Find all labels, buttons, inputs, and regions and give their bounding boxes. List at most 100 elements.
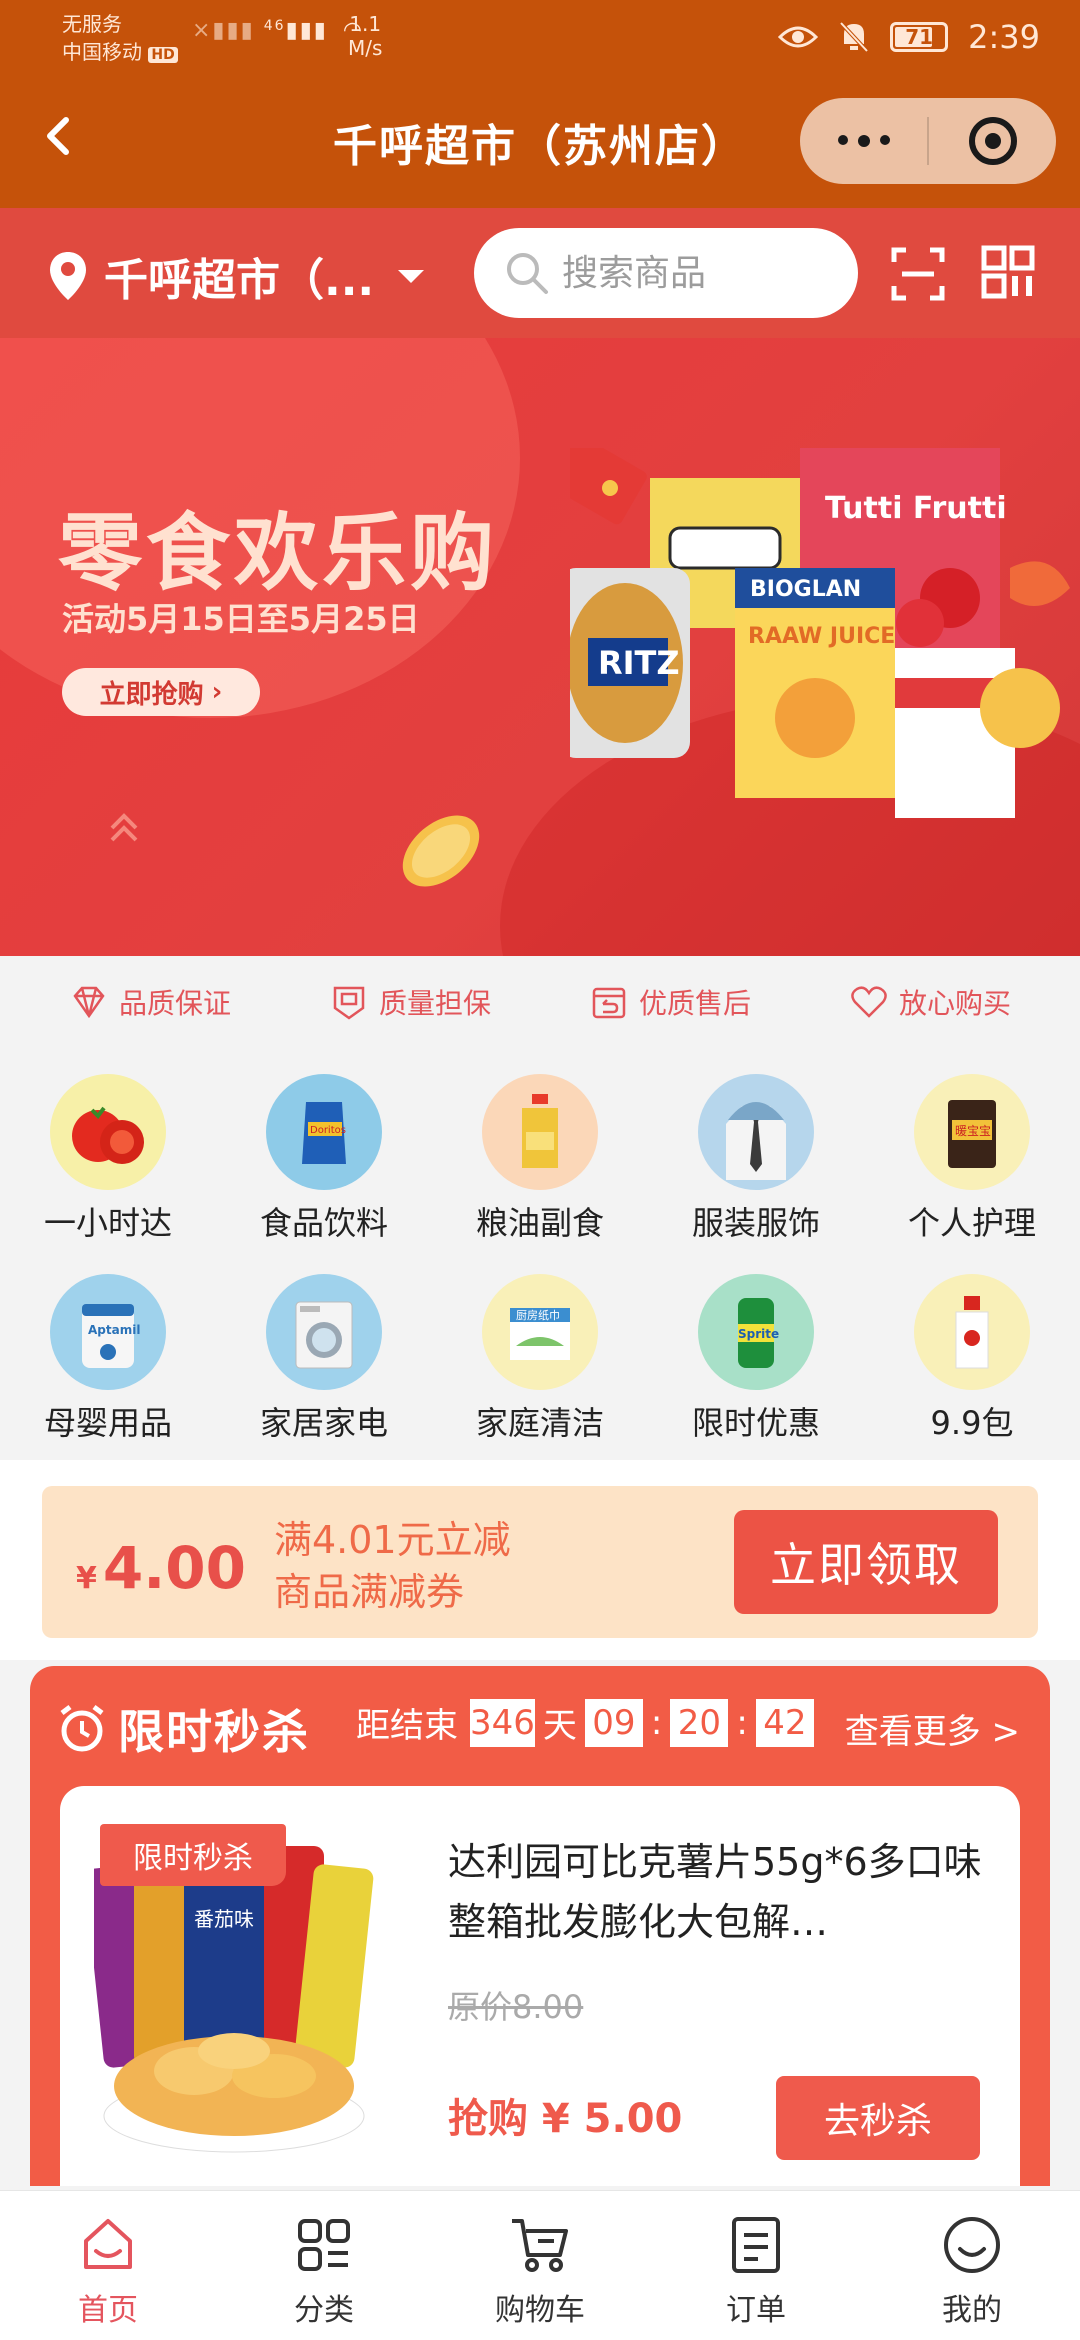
profile-icon <box>944 2217 1000 2273</box>
certificate-icon <box>333 986 365 1020</box>
time-separator: : <box>736 1702 748 1743</box>
speed-value: 1.1 <box>349 12 382 36</box>
store-name: 千呼超市（... <box>104 255 375 306</box>
coupon-section: ¥4.00 满4.01元立减 商品满减券 立即领取 <box>0 1460 1080 1660</box>
chips-bag-icon: Doritos <box>266 1074 382 1190</box>
battery-level: 71 <box>905 25 934 49</box>
coupon-amount: ¥4.00 <box>76 1534 246 1602</box>
network-type: 46 <box>263 18 286 34</box>
category-item[interactable]: 厨房纸巾 家庭清洁 <box>432 1248 648 1448</box>
coupon-description: 满4.01元立减 商品满减券 <box>274 1514 511 1618</box>
flash-sale-header: 限时秒杀 <box>56 1696 310 1762</box>
go-flash-sale-button[interactable]: 去秒杀 <box>776 2076 980 2160</box>
svg-text:Tutti Frutti: Tutti Frutti <box>825 491 1007 526</box>
oil-bottle-icon <box>482 1074 598 1190</box>
tomato-icon <box>50 1074 166 1190</box>
original-price: 原价8.00 <box>448 1988 584 2026</box>
svg-text:厨房纸巾: 厨房纸巾 <box>516 1308 560 1322</box>
more-icon[interactable] <box>800 135 927 147</box>
countdown-seconds: 42 <box>755 1698 814 1747</box>
banner-title: 零食欢乐购 <box>58 504 499 602</box>
bottom-tab-bar: 首页 分类 购物车 订单 我的 <box>0 2190 1080 2340</box>
product-name: 达利园可比克薯片55g*6多口味整箱批发膨化大包解… <box>448 1840 982 1944</box>
heart-icon <box>851 986 887 1018</box>
gold-coin-icon <box>402 815 480 887</box>
countdown-label: 距结束 <box>356 1706 458 1746</box>
svg-text:RITZ: RITZ <box>598 644 680 682</box>
bell-muted-icon <box>839 21 869 53</box>
tab-profile[interactable]: 我的 <box>864 2191 1080 2340</box>
svg-text:Sprite: Sprite <box>738 1327 779 1341</box>
hd-badge: HD <box>148 47 178 63</box>
category-label: 家居家电 <box>259 1404 388 1442</box>
category-item[interactable]: 家居家电 <box>216 1248 432 1448</box>
lotion-bottle-icon <box>914 1274 1030 1390</box>
svg-text:BIOGLAN: BIOGLAN <box>750 577 861 602</box>
kitchen-paper-icon: 厨房纸巾 <box>482 1274 598 1390</box>
qr-code-icon[interactable] <box>980 244 1036 300</box>
category-item[interactable]: Sprite 限时优惠 <box>648 1248 864 1448</box>
location-pin-icon <box>50 252 86 300</box>
close-ring-icon <box>968 117 1017 165</box>
search-input[interactable] <box>562 252 842 294</box>
location-search-bar: 千呼超市（... <box>0 208 1080 338</box>
milk-powder-icon: Aptamil <box>50 1274 166 1390</box>
scan-icon[interactable] <box>890 246 946 302</box>
category-grid: 一小时达 Doritos 食品饮料 粮油副食 服装服饰 暖宝宝 个人护理 Apt… <box>0 1048 1080 1458</box>
countdown-timer: 距结束 346 天 09 : 20 : 42 <box>356 1698 814 1747</box>
category-item[interactable]: Doritos 食品饮料 <box>216 1048 432 1248</box>
guarantee-strip: 品质保证 质量担保 优质售后 放心购买 <box>0 956 1080 1048</box>
close-miniprogram-button[interactable] <box>929 117 1056 165</box>
category-item[interactable]: 服装服饰 <box>648 1048 864 1248</box>
tab-cart[interactable]: 购物车 <box>432 2191 648 2340</box>
banner-subtitle: 活动5月15日至5月25日 <box>62 600 420 638</box>
guarantee-item: 优质售后 <box>589 982 751 1022</box>
category-item[interactable]: 一小时达 <box>0 1048 216 1248</box>
carrier-info: 无服务 中国移动 HD <box>62 10 178 69</box>
claim-coupon-button[interactable]: 立即领取 <box>734 1510 998 1614</box>
category-item[interactable]: 粮油副食 <box>432 1048 648 1248</box>
countdown-hours: 09 <box>584 1698 643 1747</box>
search-bar[interactable] <box>474 228 858 318</box>
eye-icon <box>778 26 819 48</box>
tab-orders[interactable]: 订单 <box>648 2191 864 2340</box>
banner-buy-button[interactable]: 立即抢购 › <box>62 668 260 716</box>
category-label: 个人护理 <box>907 1204 1036 1242</box>
category-label: 母婴用品 <box>43 1404 172 1442</box>
guarantee-label: 质量担保 <box>378 987 491 1020</box>
guarantee-label: 品质保证 <box>118 987 231 1020</box>
category-icon <box>298 2219 350 2271</box>
flash-sale-product-card[interactable]: 限时秒杀 番茄味 达利园可比克薯片55g*6多口味整箱批发膨化大包解… 原价8.… <box>60 1786 1020 2186</box>
category-item[interactable]: 9.9包 <box>864 1248 1080 1448</box>
washing-machine-icon <box>266 1274 382 1390</box>
order-icon <box>732 2217 780 2273</box>
category-label: 一小时达 <box>43 1204 172 1242</box>
coupon-type: 商品满减券 <box>274 1570 465 1614</box>
nav-bar: 千呼超市（苏州店） <box>0 80 1080 208</box>
promo-banner[interactable]: 零食欢乐购 活动5月15日至5月25日 立即抢购 › Tutti Frutti … <box>0 338 1080 956</box>
diamond-icon <box>73 986 105 1019</box>
tab-label: 分类 <box>294 2293 354 2328</box>
tab-home[interactable]: 首页 <box>0 2191 216 2340</box>
store-selector[interactable]: 千呼超市（... <box>48 244 424 308</box>
status-bar: 无服务 中国移动 HD ×▮▮▮ 46▮▮▮ ◠ 1.1 M/s 71 2:39 <box>0 0 1080 80</box>
tab-category[interactable]: 分类 <box>216 2191 432 2340</box>
flash-sale-title: 限时秒杀 <box>118 1705 310 1759</box>
time-separator: : <box>650 1702 663 1743</box>
dropdown-caret-icon <box>398 269 424 283</box>
sale-price: 抢购 ¥ 5.00 <box>448 2096 683 2142</box>
soda-can-icon: Sprite <box>698 1274 814 1390</box>
network-speed: 1.1 M/s <box>348 12 382 60</box>
banner-button-label: 立即抢购 <box>99 679 204 710</box>
miniprogram-capsule <box>800 98 1056 184</box>
category-item[interactable]: Aptamil 母婴用品 <box>0 1248 216 1448</box>
guarantee-label: 优质售后 <box>638 987 751 1020</box>
return-icon <box>592 987 626 1019</box>
see-more-link[interactable]: 查看更多 > <box>845 1704 1020 1753</box>
svg-text:Aptamil: Aptamil <box>88 1323 140 1337</box>
shirt-icon <box>698 1074 814 1190</box>
category-item[interactable]: 暖宝宝 个人护理 <box>864 1048 1080 1248</box>
svg-text:RAAW JUICE: RAAW JUICE <box>748 624 895 649</box>
guarantee-label: 放心购买 <box>898 987 1011 1020</box>
cart-icon <box>512 2219 568 2272</box>
